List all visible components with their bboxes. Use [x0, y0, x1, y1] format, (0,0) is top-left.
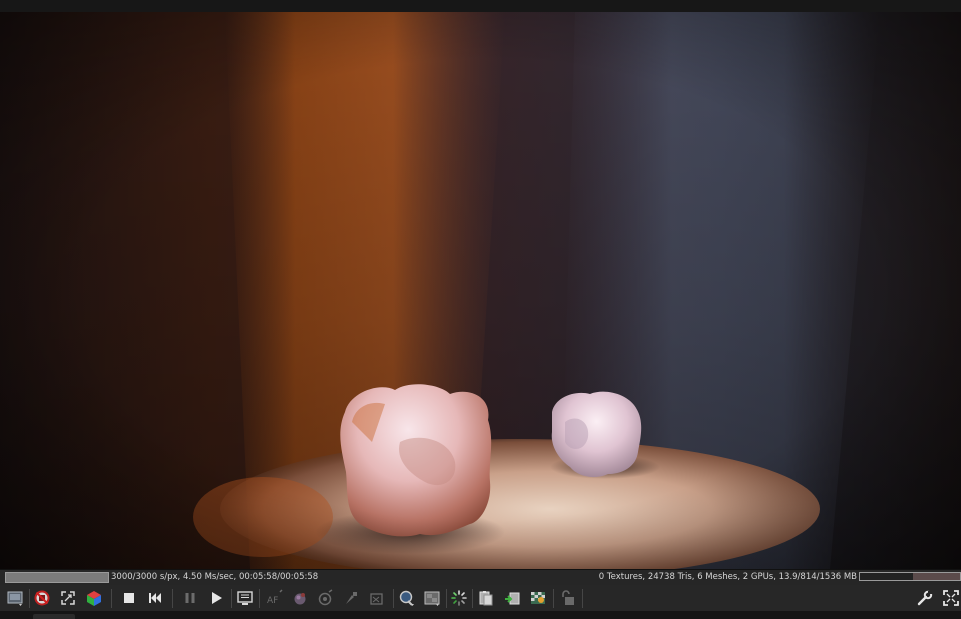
gpu-memory-bar — [859, 572, 961, 581]
toolbar-separator — [111, 589, 112, 608]
bottom-tab — [33, 614, 75, 619]
spinner-icon[interactable] — [450, 589, 468, 607]
refresh-scene-icon[interactable] — [398, 589, 416, 607]
render-viewport[interactable] — [0, 12, 961, 569]
play-icon[interactable] — [207, 589, 225, 607]
toolbar-separator — [29, 589, 30, 608]
fullscreen-icon[interactable] — [942, 589, 960, 607]
svg-text:AF: AF — [267, 596, 278, 606]
color-cube-icon[interactable] — [85, 589, 103, 607]
region-picker-icon[interactable] — [368, 589, 386, 607]
toolbar-separator — [172, 589, 173, 608]
render-progress-bar — [5, 572, 109, 583]
toolbar-separator — [446, 589, 447, 608]
white-point-picker-icon[interactable] — [342, 589, 360, 607]
render-region-icon[interactable] — [423, 589, 441, 607]
bottom-edge — [0, 611, 961, 619]
export-image-icon[interactable] — [503, 589, 521, 607]
toolbar-separator — [259, 589, 260, 608]
toolbar-separator — [393, 589, 394, 608]
settings-wrench-icon[interactable] — [916, 589, 934, 607]
toolbar-separator — [231, 589, 232, 608]
status-bar: 3000/3000 s/px, 4.50 Ms/sec, 00:05:58/00… — [0, 569, 961, 585]
stop-icon[interactable] — [120, 589, 138, 607]
toolbar-separator — [553, 589, 554, 608]
camera-target-icon[interactable] — [316, 589, 334, 607]
render-progress-fill — [6, 573, 108, 582]
render-toolbar: AF — [0, 585, 961, 611]
restart-icon[interactable] — [146, 589, 164, 607]
lock-icon[interactable] — [558, 589, 576, 607]
scene-stats: 0 Textures, 24738 Tris, 6 Meshes, 2 GPUs… — [598, 572, 857, 582]
toolbar-separator — [582, 589, 583, 608]
pause-icon[interactable] — [181, 589, 199, 607]
gpu-memory-fill — [860, 573, 913, 580]
toolbar-separator — [472, 589, 473, 608]
copy-clipboard-icon[interactable] — [477, 589, 495, 607]
material-picker-icon[interactable] — [291, 589, 309, 607]
checker-alpha-icon[interactable] — [529, 589, 547, 607]
clear-cache-icon[interactable] — [33, 589, 51, 607]
save-render-icon[interactable] — [6, 589, 24, 607]
render-image — [0, 12, 961, 569]
zoom-fit-icon[interactable] — [59, 589, 77, 607]
autofocus-icon[interactable]: AF — [266, 589, 284, 607]
display-settings-icon[interactable] — [236, 589, 254, 607]
render-stats: 3000/3000 s/px, 4.50 Ms/sec, 00:05:58/00… — [111, 572, 319, 582]
